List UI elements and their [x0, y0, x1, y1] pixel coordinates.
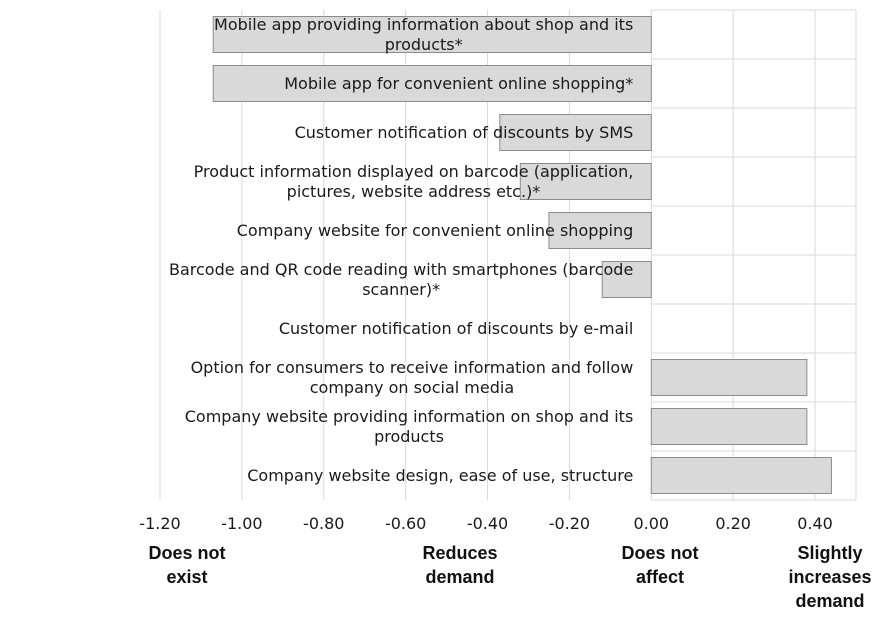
category-label: Company website providing information on… — [184, 406, 634, 446]
axis-note: Reduces demand — [422, 543, 498, 587]
category-label: Mobile app for convenient online shoppin… — [284, 73, 634, 93]
category-label: Mobile app providing information about s… — [214, 14, 634, 54]
x-tick-label: 0.00 — [633, 514, 669, 533]
category-label: Option for consumers to receive informat… — [190, 357, 634, 397]
x-tick-label: -0.40 — [467, 514, 508, 533]
x-tick-label: 0.20 — [715, 514, 751, 533]
x-tick-label: -0.20 — [549, 514, 590, 533]
axis-note: Slightly increases demand — [788, 543, 872, 611]
x-tick-label: 0.40 — [797, 514, 833, 533]
category-label: Barcode and QR code reading with smartph… — [168, 259, 634, 299]
category-label: Customer notification of discounts by SM… — [294, 122, 634, 142]
x-tick-label: -1.20 — [139, 514, 180, 533]
bar — [650, 457, 832, 494]
x-tick-label: -1.00 — [221, 514, 262, 533]
axis-note: Does not exist — [148, 543, 226, 587]
x-tick-label: -0.80 — [303, 514, 344, 533]
x-axis-tick-labels: -1.20 -1.00 -0.80 -0.60 -0.40 -0.20 0.00 0.20 0.… — [139, 514, 833, 533]
axis-note: Does not affect — [621, 543, 699, 587]
bar — [650, 359, 808, 396]
category-label: Company website design, ease of use, str… — [247, 465, 634, 485]
category-label: Customer notification of discounts by e-… — [278, 318, 634, 338]
category-label: Product information displayed on barcode… — [193, 161, 634, 201]
x-tick-label: -0.60 — [385, 514, 426, 533]
category-label: Company website for convenient online sh… — [236, 220, 634, 240]
bar — [650, 408, 808, 445]
